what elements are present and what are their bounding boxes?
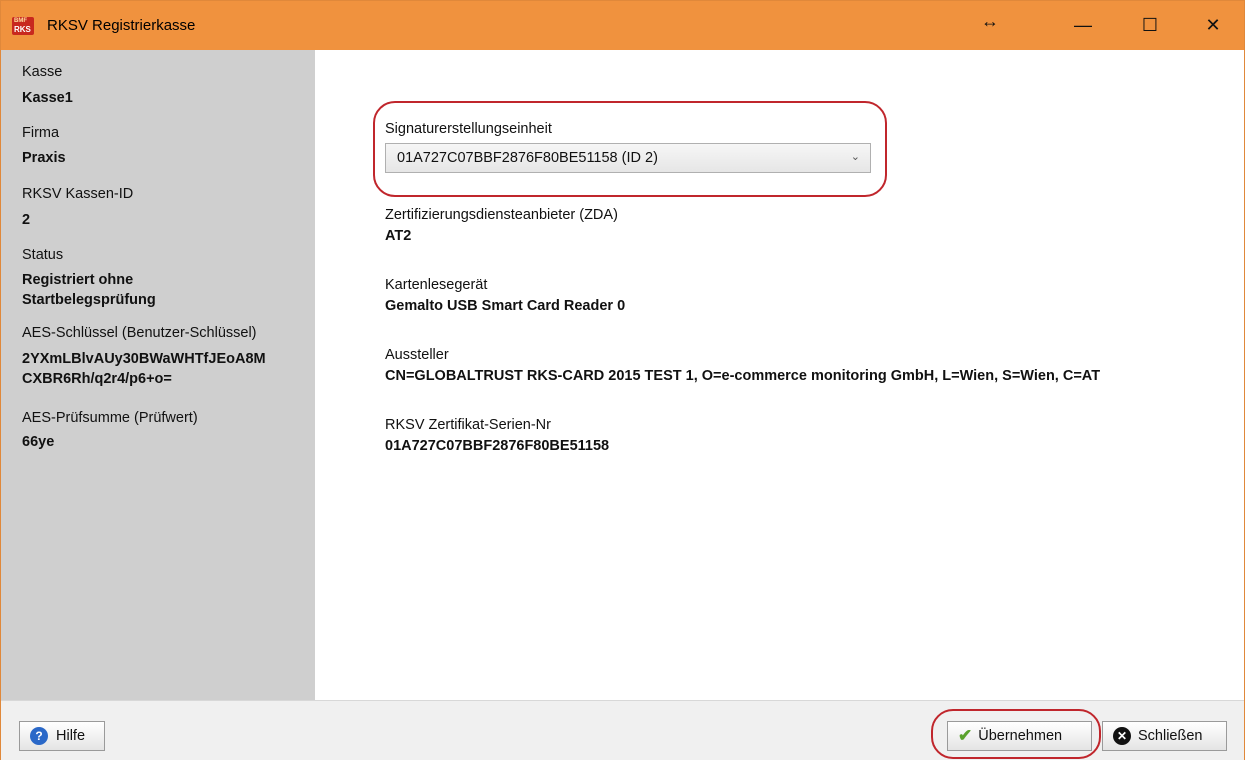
firma-value: Praxis [22, 150, 66, 166]
app-logo-text-top: BMF [14, 18, 27, 24]
sig-unit-label: Signaturerstellungseinheit [385, 121, 552, 137]
aes-key-label: AES-Schlüssel (Benutzer-Schlüssel) [22, 325, 257, 341]
signature-unit-panel: Signaturerstellungseinheit 01A727C07BBF2… [315, 50, 1244, 700]
maximize-button[interactable]: ☐ [1127, 1, 1173, 50]
help-icon: ? [30, 727, 48, 745]
reader-value: Gemalto USB Smart Card Reader 0 [385, 298, 626, 314]
aes-key-line2: CXBR6Rh/q2r4/p6+o= [22, 371, 172, 387]
app-logo-text-bottom: RKS [14, 25, 31, 34]
button-bar: ? Hilfe ✔ Übernehmen ✕ Schließen [1, 700, 1244, 760]
app-window: BMF RKS RKSV Registrierkasse ↔ — ☐ ✕ Kas… [0, 0, 1245, 760]
status-value-line1: Registriert ohne [22, 272, 134, 288]
app-logo-icon: BMF RKS [12, 17, 34, 35]
aes-checksum-label: AES-Prüfsumme (Prüfwert) [22, 410, 198, 426]
help-button[interactable]: ? Hilfe [19, 721, 105, 751]
chevron-down-icon: ⌄ [850, 151, 860, 163]
kasse-value: Kasse1 [22, 90, 73, 106]
serial-label: RKSV Zertifikat-Serien-Nr [385, 417, 551, 433]
checkmark-icon: ✔ [958, 726, 973, 745]
serial-value: 01A727C07BBF2876F80BE51158 [385, 438, 610, 454]
kasse-label: Kasse [22, 64, 63, 80]
kassen-id-label: RKSV Kassen-ID [22, 186, 134, 202]
title-bar[interactable]: BMF RKS RKSV Registrierkasse ↔ — ☐ ✕ [1, 1, 1244, 50]
kassen-id-value: 2 [22, 212, 31, 228]
help-button-label: Hilfe [56, 728, 86, 744]
close-button[interactable]: ✕ Schließen [1102, 721, 1227, 751]
firma-label: Firma [22, 125, 60, 141]
close-circle-icon: ✕ [1113, 727, 1131, 745]
window-title: RKSV Registrierkasse [47, 17, 196, 34]
register-info-sidebar: Kasse Kasse1 Firma Praxis RKSV Kassen-ID… [1, 50, 315, 700]
minimize-button[interactable]: — [1060, 1, 1106, 50]
reader-label: Kartenlesegerät [385, 277, 488, 293]
issuer-value: CN=GLOBALTRUST RKS-CARD 2015 TEST 1, O=e… [385, 368, 1101, 384]
apply-button-label: Übernehmen [978, 728, 1063, 744]
close-window-button[interactable]: ✕ [1190, 1, 1236, 50]
apply-button[interactable]: ✔ Übernehmen [947, 721, 1092, 751]
zda-label: Zertifizierungsdiensteanbieter (ZDA) [385, 207, 618, 223]
zda-value: AT2 [385, 228, 412, 244]
status-value-line2: Startbelegsprüfung [22, 292, 156, 308]
resize-icon[interactable]: ↔ [967, 0, 1013, 46]
issuer-label: Aussteller [385, 347, 449, 363]
sig-unit-select[interactable]: 01A727C07BBF2876F80BE51158 (ID 2) ⌄ [385, 143, 871, 173]
status-label: Status [22, 247, 64, 263]
aes-checksum-value: 66ye [22, 434, 55, 450]
aes-key-line1: 2YXmLBlvAUy30BWaWHTfJEoA8M [22, 351, 266, 367]
sig-unit-selected-value: 01A727C07BBF2876F80BE51158 (ID 2) [397, 150, 658, 166]
close-button-label: Schließen [1138, 728, 1203, 744]
